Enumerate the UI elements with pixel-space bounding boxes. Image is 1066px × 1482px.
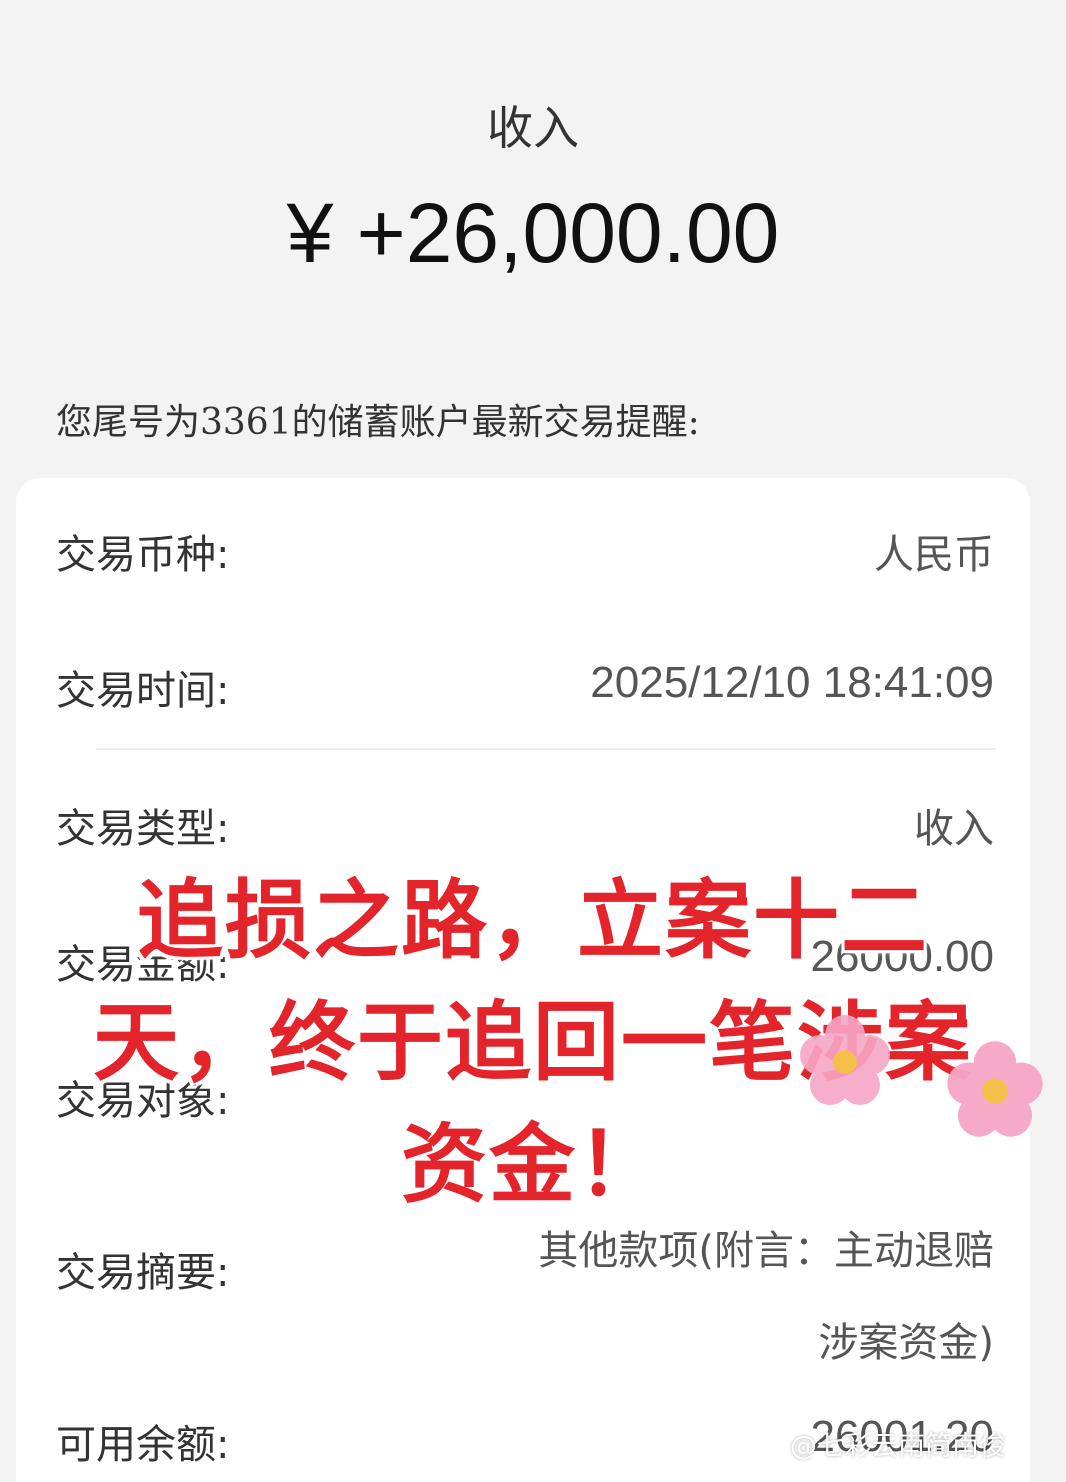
transaction-detail-page: 收入 ¥ +26,000.00 您尾号为3361的储蓄账户最新交易提醒: 交易币… [0,0,1066,1482]
summary-value-line2: 涉案资金) [818,1320,994,1366]
summary-value: 其他款项(附言：主动退赔 涉案资金) [454,1205,994,1389]
transaction-amount-display: ¥ +26,000.00 [286,186,780,280]
currency-value: 人民币 [874,532,994,578]
overlay-caption-line2: 天，终于追回一笔涉案 [93,993,973,1093]
summary-label: 交易摘要: [56,1250,230,1296]
type-value: 收入 [914,806,994,852]
balance-label: 可用余额: [56,1422,230,1468]
flower-icon [800,1015,890,1105]
time-label: 交易时间: [56,668,230,714]
flower-icon [947,1041,1043,1137]
overlay-caption-line1: 追损之路，立案十二 [137,871,929,971]
type-label: 交易类型: [56,806,230,852]
currency-label: 交易币种: [56,532,230,578]
account-notice-text: 您尾号为3361的储蓄账户最新交易提醒: [56,402,700,443]
time-value: 2025/12/10 18:41:09 [590,658,994,707]
transaction-type-title: 收入 [487,101,579,155]
watermark-text: @七彩云南简南俊 [790,1431,1006,1462]
section-divider [96,748,996,750]
overlay-caption-line3: 资金！ [401,1115,665,1215]
